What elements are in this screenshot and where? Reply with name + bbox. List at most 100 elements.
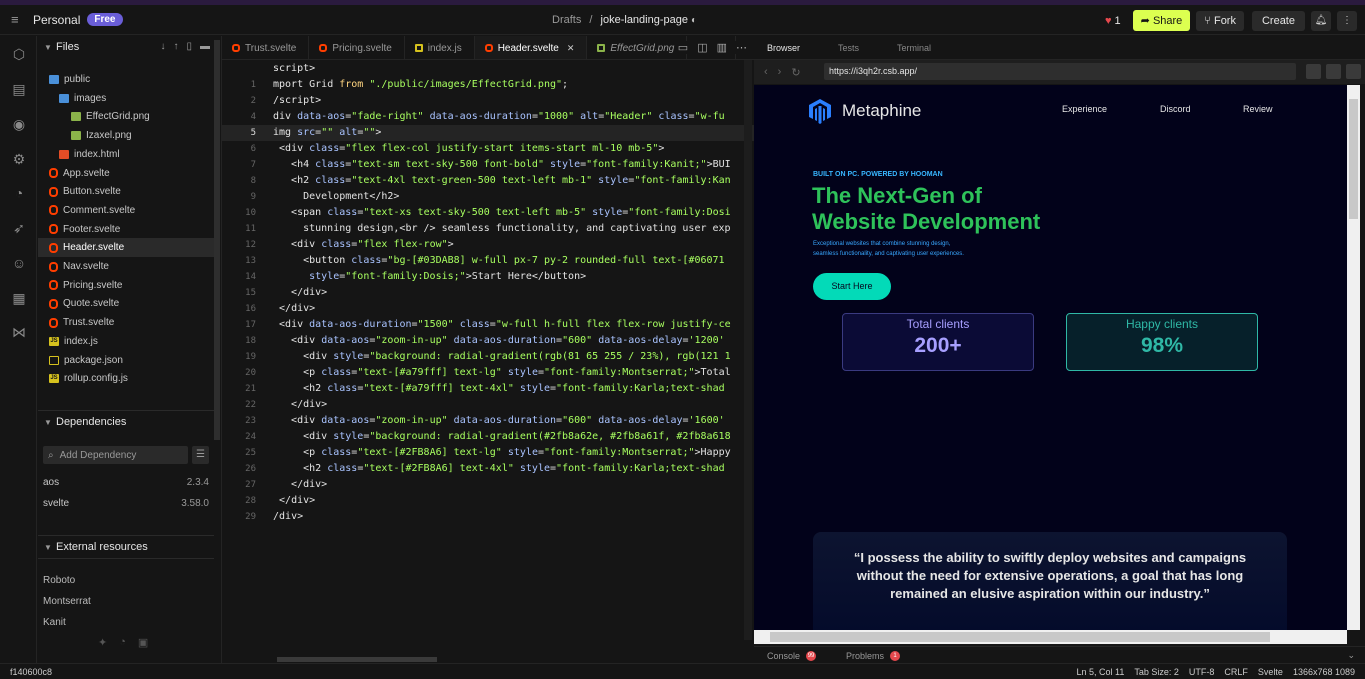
dependencies-section-header[interactable]: ▼ Dependencies	[38, 411, 214, 433]
external-resource[interactable]: Kanit	[43, 617, 66, 628]
devtools-icon[interactable]	[1306, 64, 1321, 79]
code-line[interactable]: 11 stunning design,<br /> seamless funct…	[222, 221, 754, 237]
new-file-icon[interactable]: ▯	[186, 41, 192, 52]
preview-vertical-scrollbar[interactable]	[1347, 85, 1360, 630]
refresh-icon[interactable]: ↻	[791, 66, 800, 79]
layout-icon[interactable]: ▥	[717, 41, 727, 54]
file-item[interactable]: Quote.svelte	[38, 294, 214, 313]
vscode-icon[interactable]: ⋈	[10, 323, 28, 341]
tab-tests[interactable]: Tests	[838, 43, 859, 53]
workspace-name[interactable]: Personal	[33, 13, 80, 27]
split-vertical-icon[interactable]: ◫	[697, 41, 707, 54]
code-line[interactable]: script>	[222, 61, 754, 77]
line-ending[interactable]: CRLF	[1224, 667, 1248, 677]
file-item[interactable]: Button.svelte	[38, 182, 214, 201]
twitter-icon[interactable]: ✦	[98, 636, 107, 649]
search-icon[interactable]: ◉	[10, 115, 28, 133]
sort-down-icon[interactable]: ↓	[160, 41, 165, 52]
more-icon[interactable]: ⋯	[736, 41, 747, 54]
scrollbar-thumb[interactable]	[770, 632, 1270, 642]
collapse-chevron-icon[interactable]: ⌄	[1347, 650, 1355, 661]
editor-tab[interactable]: EffectGrid.png	[587, 36, 688, 59]
code-line[interactable]: 27 </div>	[222, 477, 754, 493]
code-vertical-scrollbar[interactable]	[744, 60, 752, 640]
nav-discord[interactable]: Discord	[1160, 104, 1191, 114]
tab-terminal[interactable]: Terminal	[897, 43, 931, 53]
start-here-button[interactable]: Start Here	[813, 273, 891, 300]
editor-tab[interactable]: Trust.svelte	[222, 36, 310, 59]
add-dependency-input[interactable]: ⌕ Add Dependency	[43, 446, 188, 464]
notifications-bell-icon[interactable]: 🔔︎	[1311, 10, 1331, 31]
files-icon[interactable]: ▤	[10, 80, 28, 98]
code-line[interactable]: 28 </div>	[222, 493, 754, 509]
code-line[interactable]: 23 <div data-aos="zoom-in-up" data-aos-d…	[222, 413, 754, 429]
code-line[interactable]: 14 style="font-family:Dosis;">Start Here…	[222, 269, 754, 285]
code-line[interactable]: 6 <div class="flex flex-col justify-star…	[222, 141, 754, 157]
tab-browser[interactable]: Browser	[767, 43, 800, 53]
split-editor-icon[interactable]: ▭	[678, 41, 688, 54]
code-line[interactable]: 4 div data-aos="fade-right" data-aos-dura…	[222, 109, 754, 125]
code-line[interactable]: 20 <p class="text-[#a79fff] text-lg" sty…	[222, 365, 754, 381]
dependency-row[interactable]: svelte 3.58.0	[43, 498, 209, 509]
code-area[interactable]: script> 1 mport Grid from "./public/images…	[222, 60, 754, 640]
file-item[interactable]: App.svelte	[38, 164, 214, 183]
code-line[interactable]: 13 <button class="bg-[#03DAB8] w-full px…	[222, 253, 754, 269]
encoding[interactable]: UTF-8	[1189, 667, 1215, 677]
external-resources-header[interactable]: ▼ External resources	[38, 536, 214, 558]
file-item[interactable]: package.json	[38, 351, 214, 370]
file-item[interactable]: Izaxel.png	[38, 126, 214, 145]
github-icon[interactable]: ◔	[10, 184, 28, 202]
code-line[interactable]: 25 <p class="text-[#2FB8A6] text-lg" sty…	[222, 445, 754, 461]
code-line[interactable]: 12 <div class="flex flex-row">	[222, 237, 754, 253]
file-item[interactable]: JS index.js	[38, 332, 214, 351]
file-item[interactable]: JS rollup.config.js	[38, 369, 214, 388]
external-resource[interactable]: Roboto	[43, 575, 75, 586]
settings-gear-icon[interactable]: ⚙	[10, 150, 28, 168]
code-line[interactable]: 5 img src="" alt="">	[222, 125, 754, 141]
code-horizontal-scrollbar[interactable]	[277, 657, 437, 662]
file-item[interactable]: index.html	[38, 145, 214, 164]
like-counter[interactable]: ♥ 1	[1105, 15, 1121, 27]
dependency-row[interactable]: aos 2.3.4	[43, 477, 209, 488]
code-line[interactable]: 1 mport Grid from "./public/images/Effect…	[222, 77, 754, 93]
privacy-icon[interactable]: ◐	[691, 15, 697, 26]
code-line[interactable]: 26 <h2 class="text-[#2FB8A6] text-4xl" s…	[222, 461, 754, 477]
code-line[interactable]: 7 <h4 class="text-sm text-sky-500 font-b…	[222, 157, 754, 173]
file-item[interactable]: EffectGrid.png	[38, 107, 214, 126]
code-line[interactable]: 21 <h2 class="text-[#a79fff] text-4xl" s…	[222, 381, 754, 397]
editor-tab[interactable]: Header.svelte ✕	[474, 36, 588, 59]
file-item[interactable]: Nav.svelte	[38, 257, 214, 276]
language-mode[interactable]: Svelte	[1258, 667, 1283, 677]
file-item[interactable]: Header.svelte	[38, 238, 214, 258]
open-new-window-icon[interactable]	[1326, 64, 1341, 79]
code-line[interactable]: 15 </div>	[222, 285, 754, 301]
file-item[interactable]: Trust.svelte	[38, 313, 214, 332]
files-section-header[interactable]: ▼ Files ↓ ↑ ▯ ▬	[38, 36, 214, 58]
code-line[interactable]: 29/div>	[222, 509, 754, 525]
code-line[interactable]: 9 Development</h2>	[222, 189, 754, 205]
more-options-icon[interactable]: ⋮	[1337, 10, 1357, 31]
preview-horizontal-scrollbar[interactable]	[754, 630, 1347, 644]
file-item[interactable]: Comment.svelte	[38, 201, 214, 220]
sidebar-scrollbar[interactable]	[214, 40, 220, 440]
url-input[interactable]: https://i3qh2r.csb.app/	[824, 63, 1296, 80]
brand-name[interactable]: Metaphine	[842, 101, 921, 121]
new-folder-icon[interactable]: ▬	[200, 41, 210, 52]
cursor-position[interactable]: Ln 5, Col 11	[1077, 667, 1125, 677]
nav-review[interactable]: Review	[1243, 104, 1273, 114]
discord-icon[interactable]: ▣	[138, 636, 148, 649]
editor-tab[interactable]: index.js	[405, 36, 475, 59]
external-resource[interactable]: Montserrat	[43, 596, 91, 607]
code-line[interactable]: 24 <div style="background: radial-gradie…	[222, 429, 754, 445]
close-tab-icon[interactable]: ✕	[567, 43, 575, 54]
code-line[interactable]: 16 </div>	[222, 301, 754, 317]
project-name[interactable]: joke-landing-page	[601, 14, 688, 26]
code-line[interactable]: 8 <h2 class="text-4xl text-green-500 tex…	[222, 173, 754, 189]
metaphine-logo-icon[interactable]	[808, 98, 832, 124]
deploy-rocket-icon[interactable]: ➶	[10, 219, 28, 237]
forward-icon[interactable]: ›	[778, 66, 782, 78]
scrollbar-thumb[interactable]	[1349, 99, 1358, 219]
file-item[interactable]: Pricing.svelte	[38, 276, 214, 295]
sort-up-icon[interactable]: ↑	[173, 41, 178, 52]
editor-tab[interactable]: Pricing.svelte	[309, 36, 405, 59]
